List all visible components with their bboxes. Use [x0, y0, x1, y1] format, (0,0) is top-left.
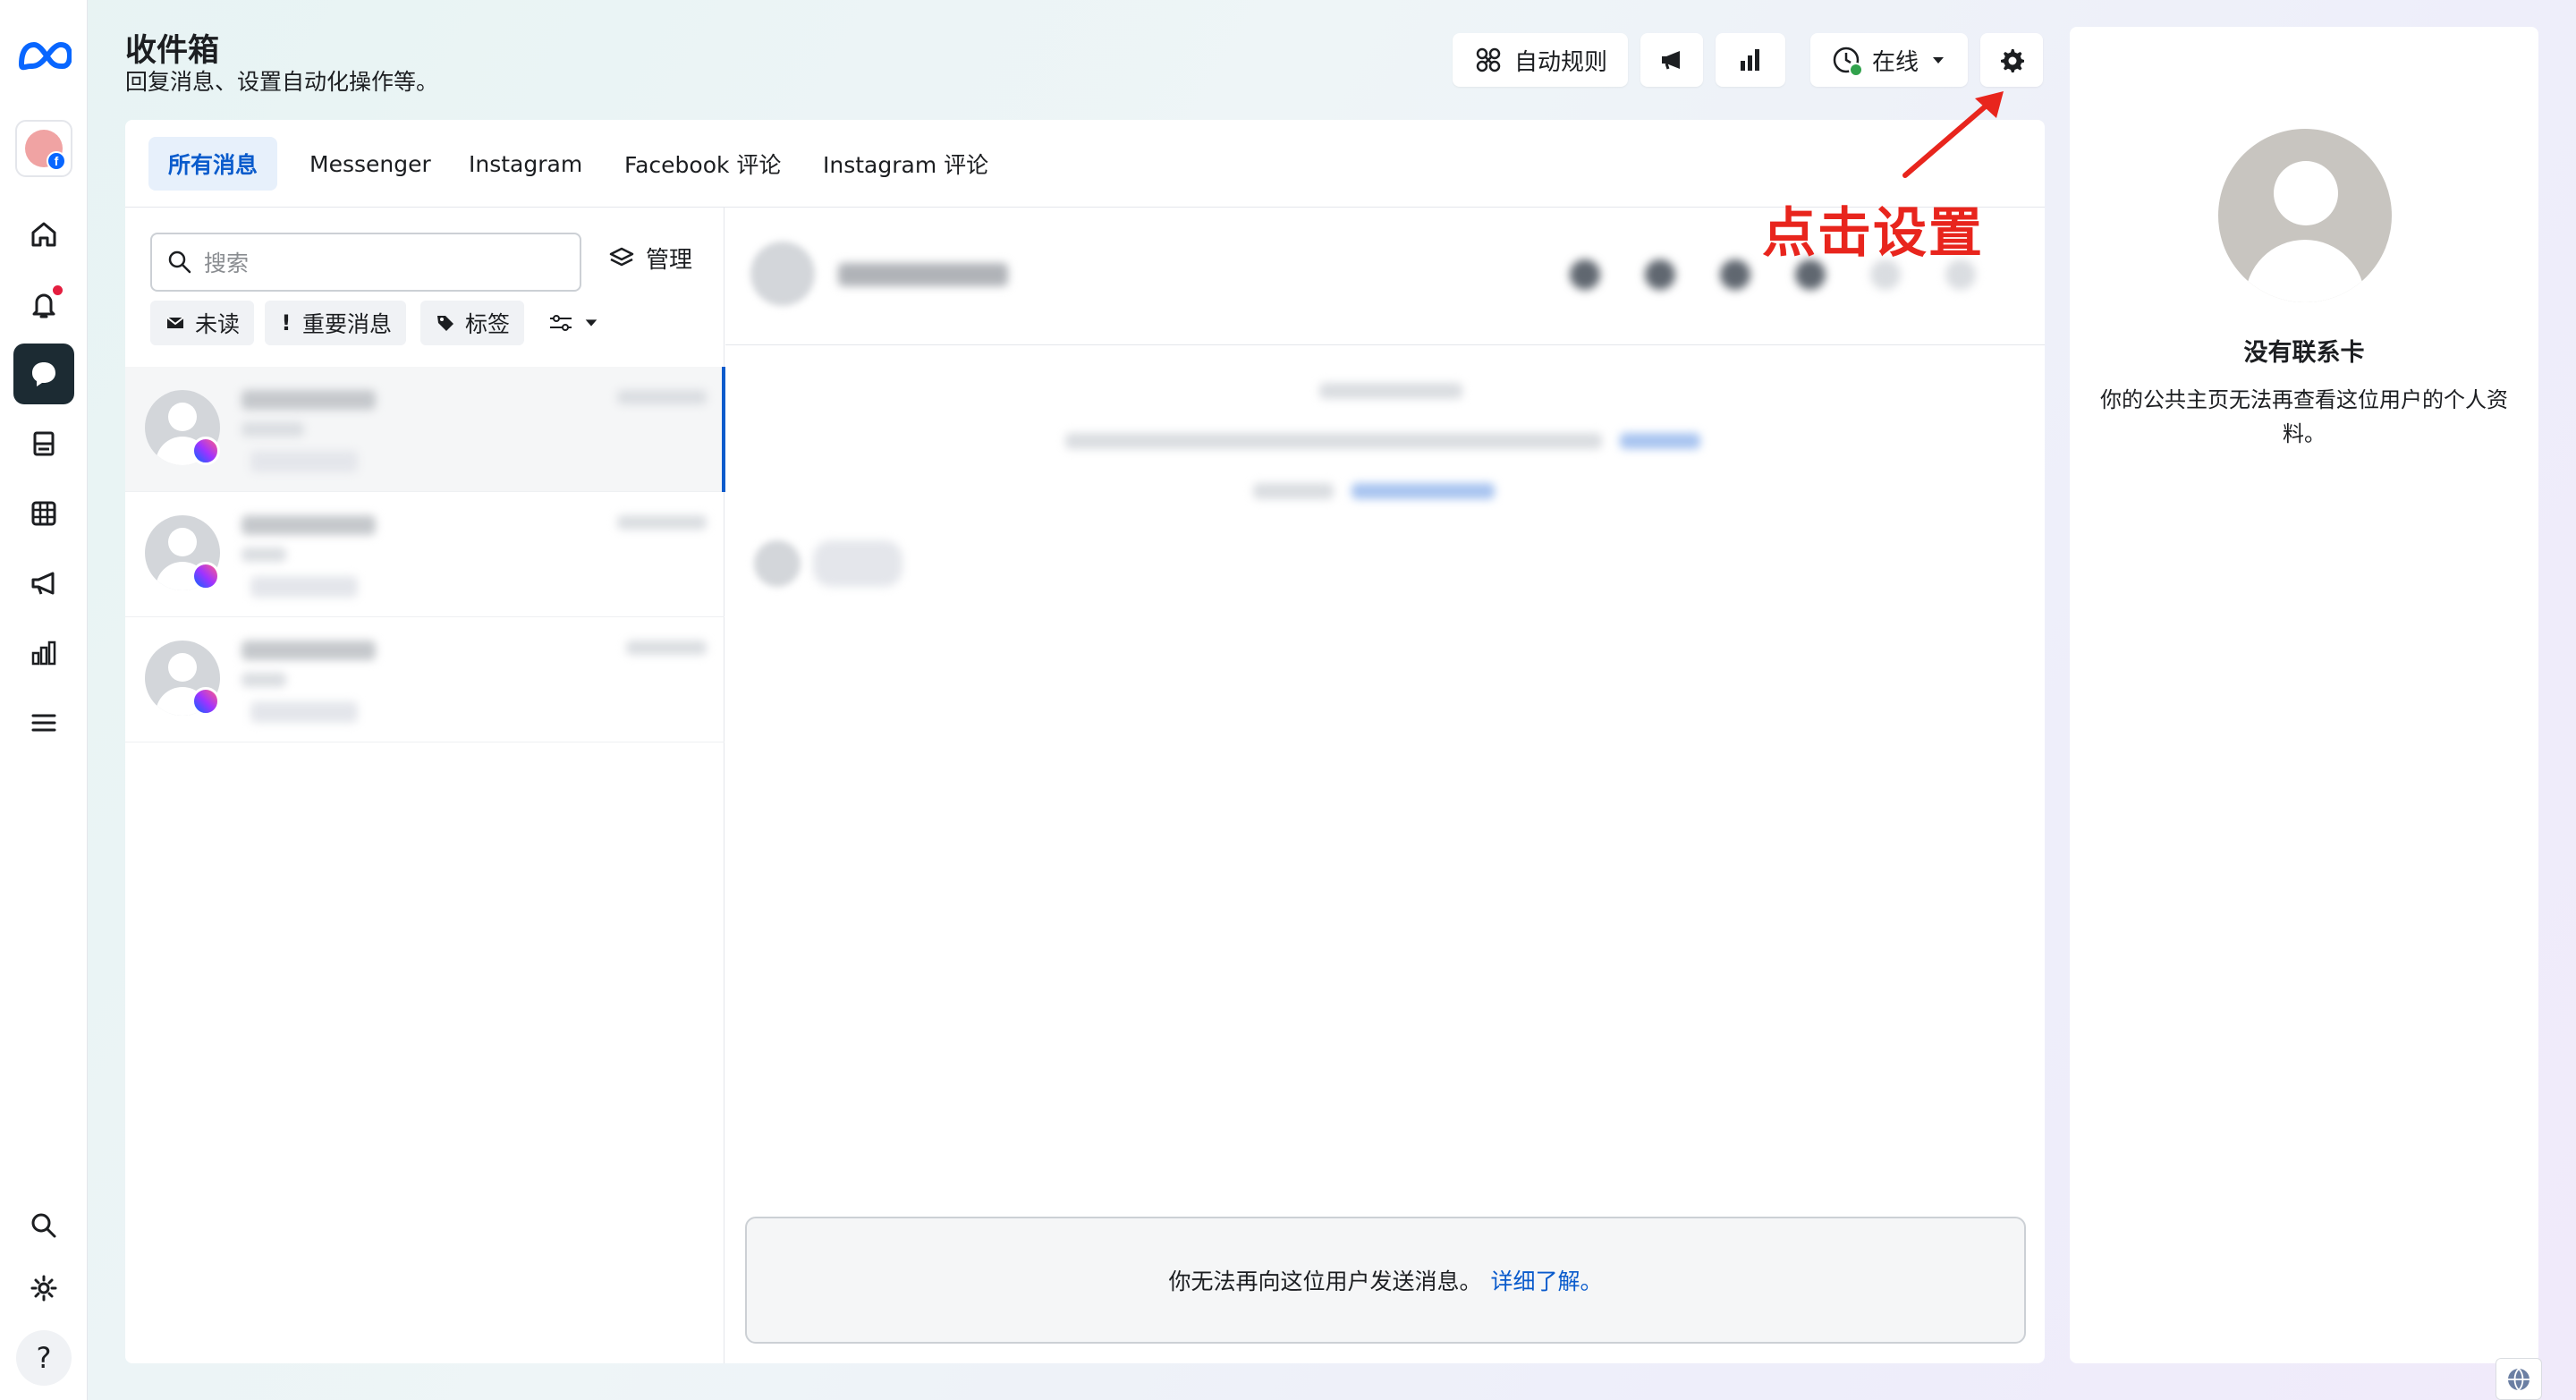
filter-important-label: 重要消息	[302, 311, 393, 337]
no-contact-card-description: 你的公共主页无法再查看这位用户的个人资料。	[2100, 387, 2508, 446]
annotation-click-settings: 点击设置	[1762, 202, 1984, 265]
tab-instagram[interactable]: Instagram	[449, 137, 602, 191]
table-grid-icon[interactable]	[13, 483, 74, 544]
conversation-list-item[interactable]	[125, 617, 724, 742]
gear-icon	[2001, 49, 2024, 72]
all-tools-menu-icon[interactable]	[13, 692, 74, 753]
blurred-timestamp	[617, 390, 707, 404]
page-subtitle: 回复消息、设置自动化操作等。	[125, 69, 439, 95]
no-contact-card-title: 没有联系卡	[2243, 339, 2365, 367]
tab-instagram-comments[interactable]: Instagram 评论	[803, 137, 1008, 191]
channel-tabs: 所有消息 Messenger Instagram Facebook 评论 Ins…	[125, 120, 2045, 208]
search-input[interactable]: 搜索	[150, 233, 581, 292]
tab-all-messages[interactable]: 所有消息	[148, 137, 278, 191]
status-label: 在线	[1871, 48, 1919, 76]
conversation-list-item[interactable]	[125, 367, 725, 492]
filter-labels[interactable]: 标签	[420, 301, 525, 345]
envelope-icon	[166, 317, 184, 328]
filter-unread[interactable]: 未读	[150, 301, 255, 345]
megaphone-icon	[1662, 51, 1680, 70]
auto-rules-label: 自动规则	[1513, 48, 1607, 76]
conversation-list-column: 搜索 管理 未读 ! 重要消息 标签	[125, 208, 725, 1363]
clock-status-icon	[1831, 45, 1863, 77]
contact-avatar	[2218, 129, 2392, 302]
thread-action-icon[interactable]	[1720, 259, 1750, 290]
manage-button[interactable]: 管理	[608, 242, 692, 275]
blurred-label	[250, 576, 358, 598]
inbox-main-panel: 所有消息 Messenger Instagram Facebook 评论 Ins…	[125, 120, 2045, 1363]
blurred-system-message	[1065, 433, 1602, 449]
filter-labels-label: 标签	[465, 311, 511, 337]
search-placeholder: 搜索	[204, 250, 250, 276]
blurred-timestamp	[617, 515, 707, 530]
tag-icon	[437, 316, 453, 331]
annotation-arrow-icon	[1902, 91, 2004, 178]
conversation-list-item[interactable]	[125, 492, 724, 617]
online-dot	[1848, 63, 1863, 77]
inbox-settings-button[interactable]	[1980, 33, 2043, 87]
megaphone-ads-icon[interactable]	[13, 553, 74, 614]
messenger-icon	[191, 687, 220, 716]
messenger-icon	[191, 437, 220, 465]
blurred-thread-name	[838, 263, 1008, 286]
language-globe-icon[interactable]	[2496, 1358, 2542, 1400]
tab-messenger[interactable]: Messenger	[290, 137, 451, 191]
thread-avatar	[750, 242, 815, 306]
manage-label: 管理	[646, 247, 693, 274]
layers-icon	[609, 247, 634, 266]
notice-text: 你无法再向这位用户发送消息。	[1168, 1268, 1482, 1294]
blurred-snippet	[242, 547, 286, 562]
messenger-icon	[191, 562, 220, 590]
caret-down-icon	[1933, 57, 1944, 64]
search-icon	[168, 250, 191, 274]
blurred-name	[242, 390, 376, 410]
advanced-filter-dropdown[interactable]	[533, 301, 614, 345]
settings-gear-icon[interactable]	[13, 1258, 74, 1319]
help-question-icon[interactable]: ?	[13, 1328, 74, 1388]
broadcast-megaphone-button[interactable]	[1640, 33, 1703, 87]
blurred-timestamp	[626, 641, 707, 655]
thread-action-icon[interactable]	[1645, 259, 1675, 290]
blurred-label	[250, 451, 358, 472]
notification-dot	[53, 285, 63, 295]
learn-more-link[interactable]: 详细了解。	[1491, 1264, 1603, 1296]
blurred-name	[242, 641, 376, 660]
auto-rules-button[interactable]: 自动规则	[1453, 33, 1628, 87]
search-icon[interactable]	[13, 1195, 74, 1256]
thread-action-icon[interactable]	[1570, 259, 1600, 290]
sliders-icon	[550, 315, 572, 331]
blurred-system-link	[1620, 433, 1700, 449]
notifications-bell-icon[interactable]	[13, 274, 74, 335]
blurred-snippet	[242, 673, 286, 687]
blurred-date-separator	[1319, 383, 1462, 399]
blurred-message-bubble	[813, 540, 902, 587]
content-pages-icon[interactable]	[13, 413, 74, 474]
left-navigation-rail: f ?	[0, 0, 88, 1400]
facebook-badge-icon: f	[47, 151, 66, 171]
exclamation-icon: !	[281, 310, 292, 335]
availability-status-dropdown[interactable]: 在线	[1810, 33, 1968, 87]
filter-unread-label: 未读	[195, 311, 241, 337]
sender-avatar	[754, 540, 801, 587]
blurred-system-message	[1253, 483, 1334, 499]
bar-chart-icon	[1741, 49, 1759, 71]
insights-bar-chart-icon[interactable]	[13, 623, 74, 683]
filter-important[interactable]: ! 重要消息	[265, 301, 407, 345]
tab-facebook-comments[interactable]: Facebook 评论	[605, 137, 801, 191]
contact-details-panel: 没有联系卡 你的公共主页无法再查看这位用户的个人资料。	[2070, 27, 2538, 1363]
blurred-name	[242, 515, 376, 535]
cannot-reply-notice: 你无法再向这位用户发送消息。 详细了解。	[745, 1217, 2026, 1344]
inbox-chat-icon[interactable]	[13, 344, 74, 404]
caret-down-icon	[585, 319, 597, 327]
home-icon[interactable]	[13, 204, 74, 265]
automation-icon	[1476, 47, 1501, 72]
page-profile-picture: f	[25, 130, 66, 171]
page-avatar[interactable]: f	[15, 120, 72, 177]
blurred-system-link	[1352, 483, 1495, 499]
meta-logo[interactable]	[16, 39, 73, 72]
blurred-label	[250, 701, 358, 723]
inbox-insights-button[interactable]	[1716, 33, 1785, 87]
conversation-thread-column: 你无法再向这位用户发送消息。 详细了解。	[725, 208, 2045, 1363]
blurred-snippet	[242, 422, 304, 437]
